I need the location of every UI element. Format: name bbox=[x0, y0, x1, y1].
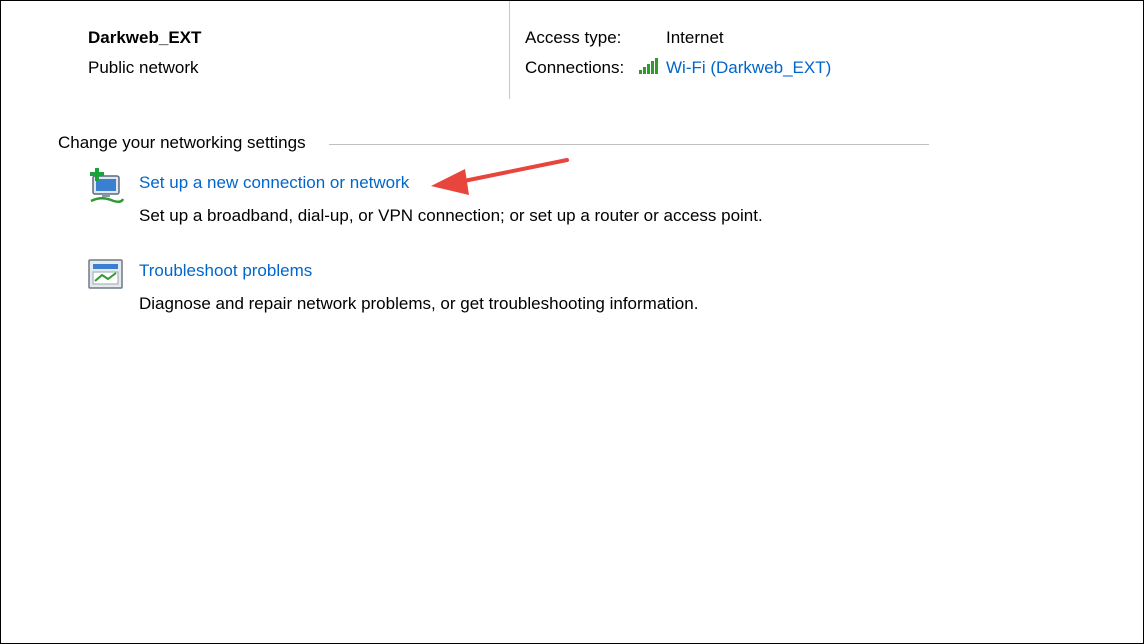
connections-label: Connections: bbox=[525, 58, 625, 77]
red-arrow-icon bbox=[429, 155, 571, 204]
troubleshoot-link[interactable]: Troubleshoot problems bbox=[139, 261, 312, 281]
network-name: Darkweb_EXT bbox=[88, 28, 202, 47]
setup-connection-link[interactable]: Set up a new connection or network bbox=[139, 173, 409, 193]
wifi-connection-link[interactable]: Wi-Fi (Darkweb_EXT) bbox=[666, 58, 831, 78]
access-type-label: Access type: bbox=[525, 28, 622, 47]
troubleshoot-icon[interactable] bbox=[88, 259, 124, 296]
setup-connection-description: Set up a broadband, dial-up, or VPN conn… bbox=[139, 206, 763, 225]
vertical-divider bbox=[509, 1, 510, 99]
settings-heading: Change your networking settings bbox=[58, 133, 306, 152]
network-sharing-center-panel: Darkweb_EXT Public network Access type: … bbox=[0, 0, 1144, 644]
network-category: Public network bbox=[88, 58, 199, 77]
section-rule bbox=[329, 144, 929, 145]
new-connection-icon[interactable] bbox=[87, 168, 127, 209]
access-type-value: Internet bbox=[666, 28, 724, 47]
wifi-signal-icon bbox=[638, 57, 660, 80]
troubleshoot-description: Diagnose and repair network problems, or… bbox=[139, 294, 699, 313]
